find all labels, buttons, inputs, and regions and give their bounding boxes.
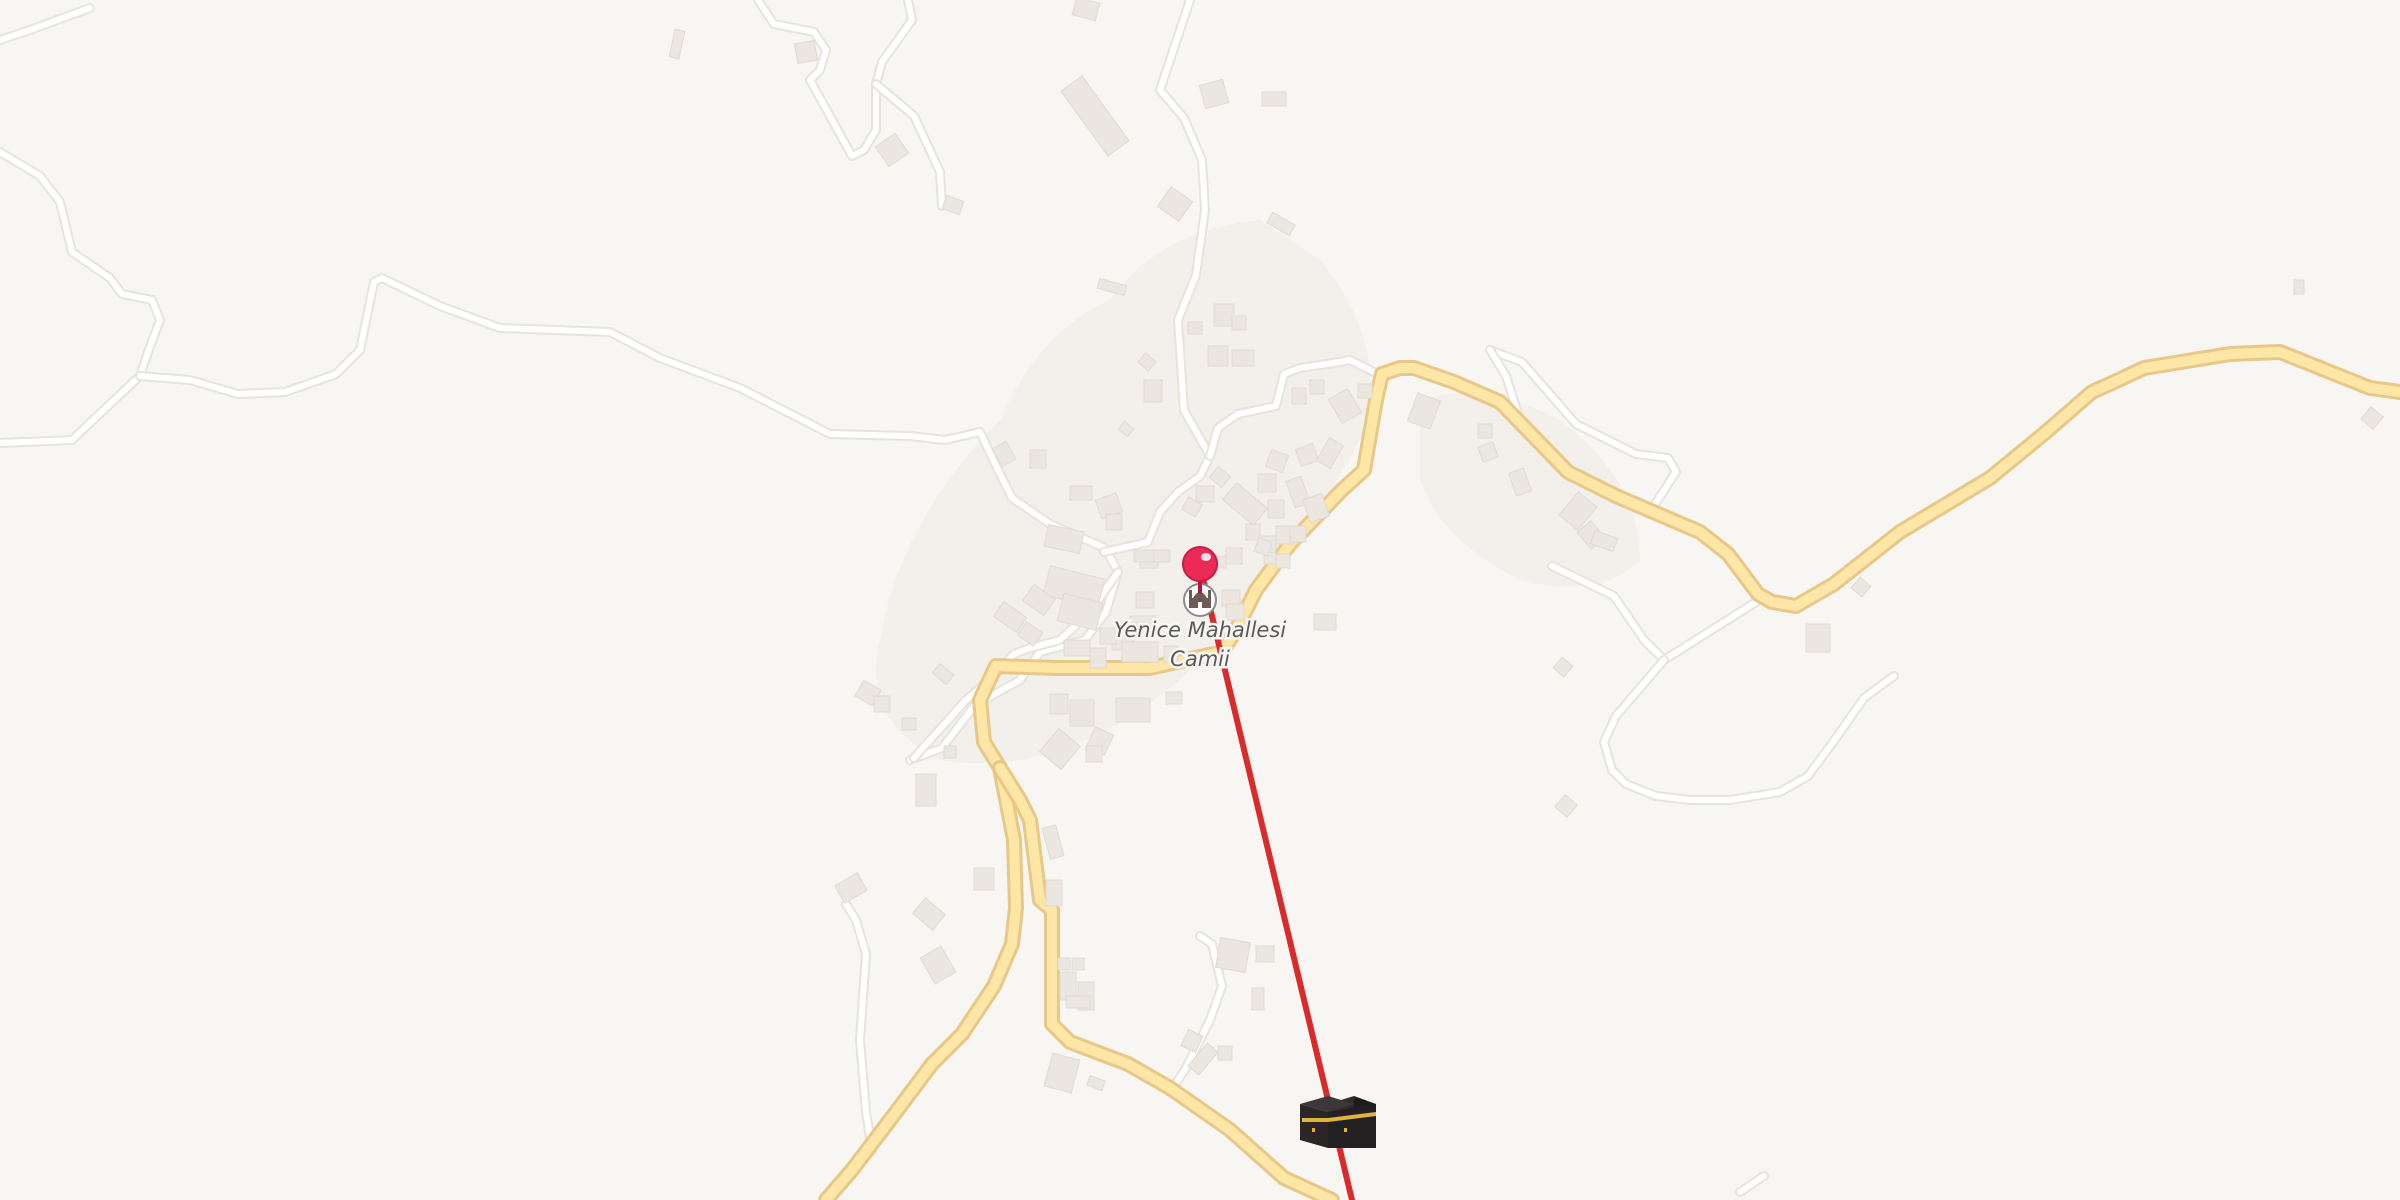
kaaba-icon[interactable] xyxy=(1300,1096,1376,1148)
poi-label-line1: Yenice Mahallesi xyxy=(1114,618,1286,642)
map-canvas[interactable]: Yenice Mahallesi Camii xyxy=(0,0,2400,1200)
poi-label-line2: Camii xyxy=(1170,647,1230,671)
